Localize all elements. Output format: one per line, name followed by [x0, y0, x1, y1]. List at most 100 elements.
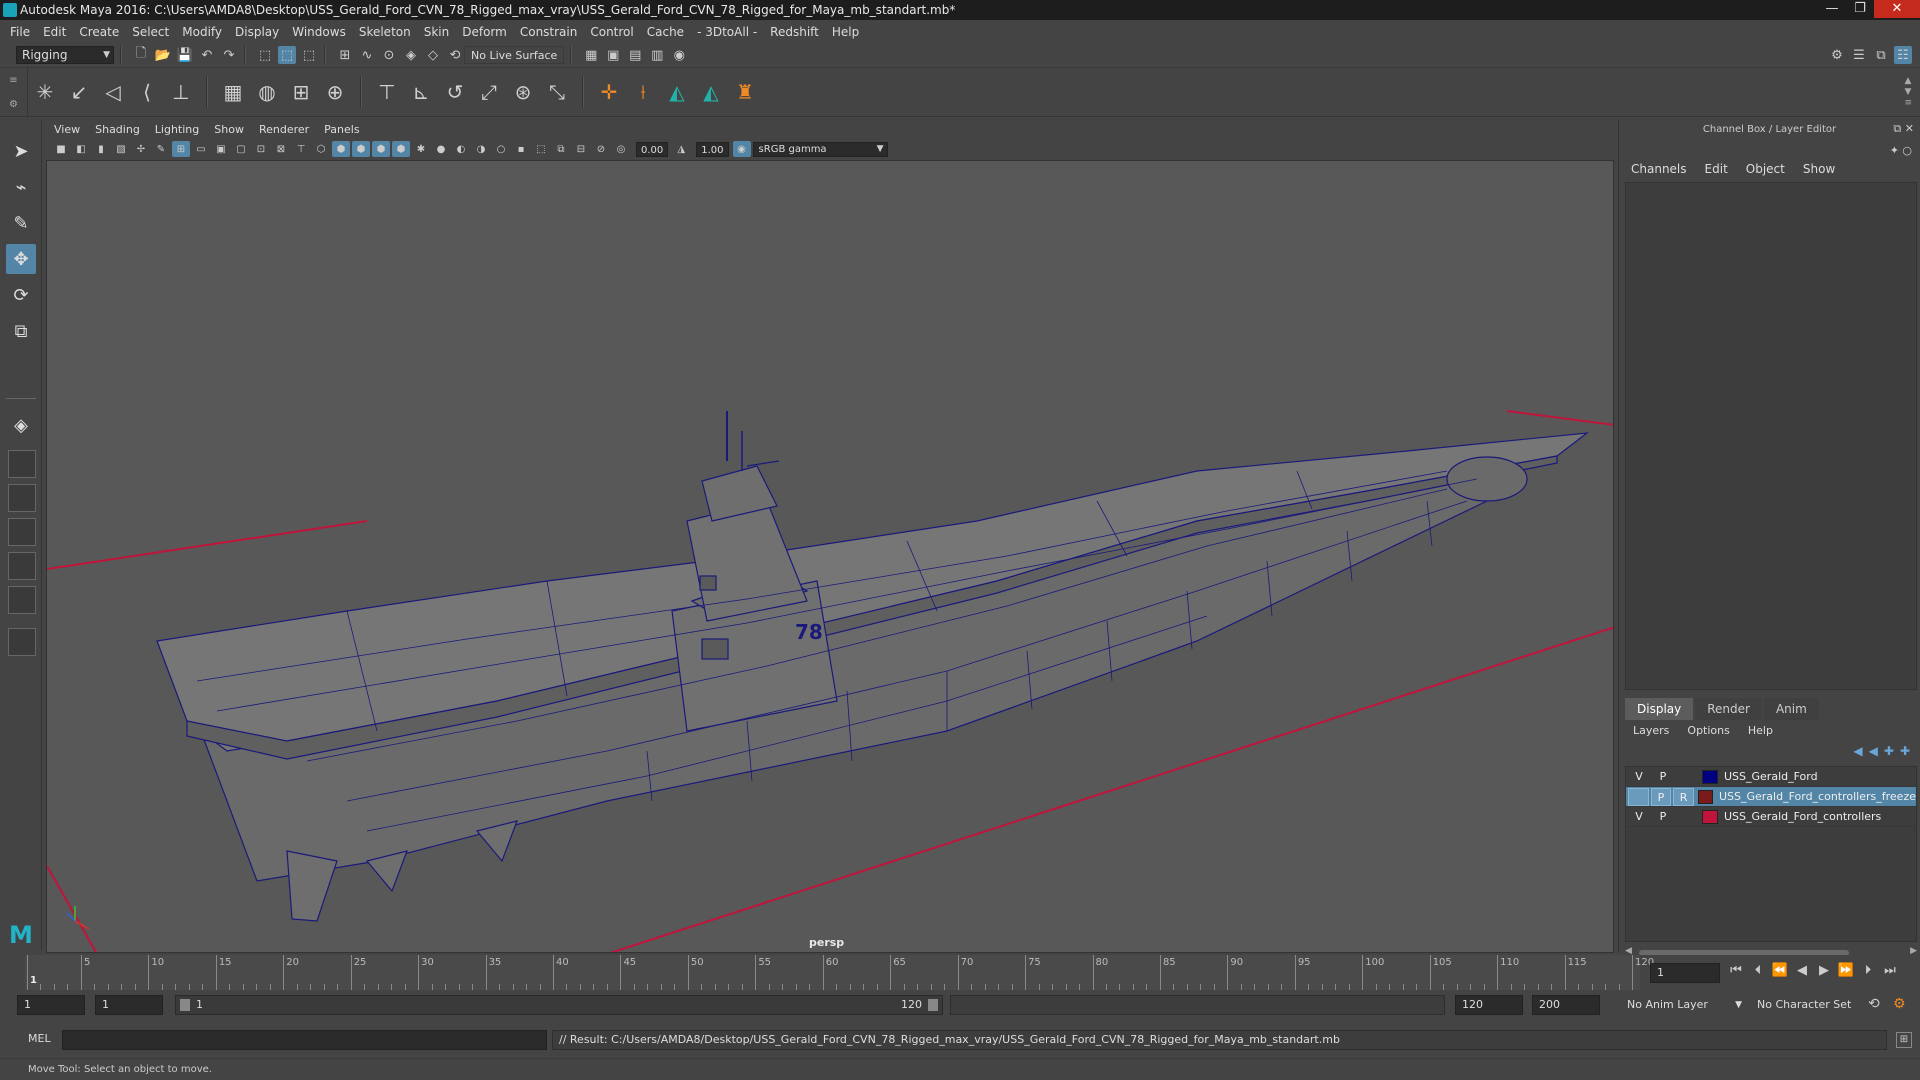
current-frame-field[interactable]: 1 [1650, 963, 1720, 983]
ipr-render-icon[interactable]: ▤ [626, 46, 644, 64]
anim-layer-dropdown[interactable]: No Anim Layer ▼ [1627, 995, 1742, 1015]
scale-tool-icon[interactable]: ⧉ [6, 316, 36, 346]
color-space-dropdown[interactable]: sRGB gamma ▼ [752, 141, 888, 157]
use-all-lights-icon[interactable]: ⬢ [392, 141, 410, 157]
paint-weights-icon[interactable]: ◍ [252, 77, 282, 107]
multisample-aa-icon[interactable]: ◑ [472, 141, 490, 157]
command-input[interactable] [62, 1030, 547, 1050]
scale-constraint-icon[interactable]: ⤢ [474, 77, 504, 107]
field-chart-icon[interactable]: ⊡ [252, 141, 270, 157]
character-set-dropdown[interactable]: No Character Set [1757, 995, 1867, 1015]
render-view-icon[interactable]: ▦ [582, 46, 600, 64]
image-plane-icon[interactable]: ▧ [112, 141, 130, 157]
move-layer-down-icon[interactable]: ◀ [1869, 744, 1878, 758]
modeling-toolkit-icon[interactable]: ⚙ [1828, 46, 1846, 64]
tab-display[interactable]: Display [1625, 698, 1694, 720]
channel-box-menu-show[interactable]: Show [1803, 162, 1835, 176]
gate-mask-icon[interactable]: ▢ [232, 141, 250, 157]
channel-box-menu-channels[interactable]: Channels [1631, 162, 1687, 176]
menuset-dropdown[interactable]: Rigging ▼ [16, 46, 114, 64]
playback-start-field[interactable]: 1 [95, 995, 163, 1015]
menu-constrain[interactable]: Constrain [520, 25, 578, 39]
menu-create[interactable]: Create [79, 25, 119, 39]
play-backwards-icon[interactable]: ◀ [1791, 963, 1813, 978]
grease-pencil-icon[interactable]: ✎ [152, 141, 170, 157]
maya-script-2-icon[interactable]: ◭ [696, 77, 726, 107]
tab-anim[interactable]: Anim [1763, 698, 1819, 720]
motion-blur-icon[interactable]: ◐ [452, 141, 470, 157]
undo-icon[interactable]: ↶ [198, 46, 216, 64]
step-back-frame-icon[interactable]: ⏴ [1747, 963, 1769, 978]
tool-settings-icon[interactable]: ⧉ [1872, 46, 1890, 64]
backface-culling-icon[interactable]: ⊘ [592, 141, 610, 157]
script-editor-icon[interactable]: ⊞ [1896, 1032, 1912, 1048]
persp-outliner-layout-icon[interactable] [8, 518, 36, 546]
screen-space-ao-icon[interactable]: ● [432, 141, 450, 157]
layer-row[interactable]: V P USS_Gerald_Ford_controllers [1626, 807, 1916, 827]
viewport-menu-panels[interactable]: Panels [324, 123, 359, 136]
step-back-key-icon[interactable]: ⏪ [1769, 963, 1791, 978]
move-tool-icon[interactable]: ✥ [6, 244, 36, 274]
viewport-persp[interactable]: 78 persp [46, 160, 1614, 953]
mirror-joint-icon[interactable]: ⊥ [166, 77, 196, 107]
grid-icon[interactable]: ⊞ [172, 141, 190, 157]
layer-menu-layers[interactable]: Layers [1633, 724, 1669, 737]
menu-windows[interactable]: Windows [292, 25, 346, 39]
menu-skeleton[interactable]: Skeleton [359, 25, 411, 39]
layer-playback-toggle[interactable]: P [1650, 787, 1672, 806]
channel-box-options[interactable]: ✦ ○ [1890, 144, 1912, 157]
snap-point-icon[interactable]: ⊙ [380, 46, 398, 64]
snap-grid-icon[interactable]: ⊞ [336, 46, 354, 64]
menu-edit[interactable]: Edit [43, 25, 66, 39]
minimize-button[interactable]: — [1818, 0, 1846, 18]
orient-constraint-icon[interactable]: ↺ [440, 77, 470, 107]
resolution-gate-icon[interactable]: ▣ [212, 141, 230, 157]
viewport-menu-show[interactable]: Show [214, 123, 244, 136]
menu-skin[interactable]: Skin [424, 25, 450, 39]
wireframe-icon[interactable]: ⬡ [312, 141, 330, 157]
exposure-icon[interactable]: ◎ [612, 141, 630, 157]
viewport-menu-shading[interactable]: Shading [95, 123, 140, 136]
menu-select[interactable]: Select [132, 25, 169, 39]
snap-surface-icon[interactable]: ◇ [424, 46, 442, 64]
smooth-shade-icon[interactable]: ⬢ [332, 141, 350, 157]
layer-display-type-toggle[interactable] [1676, 808, 1698, 826]
menu-help[interactable]: Help [832, 25, 859, 39]
wireframe-on-shaded-icon[interactable]: ⬢ [352, 141, 370, 157]
menu-display[interactable]: Display [235, 25, 279, 39]
xray-icon[interactable]: ⬚ [532, 141, 550, 157]
channel-box-menu-edit[interactable]: Edit [1705, 162, 1728, 176]
exposure-field[interactable]: 0.00 [636, 141, 669, 157]
persp-graph-layout-icon[interactable] [8, 552, 36, 580]
save-scene-icon[interactable]: 💾 [176, 46, 194, 64]
end-time-field[interactable]: 200 [1532, 995, 1600, 1015]
live-surface-field[interactable]: No Live Surface [464, 46, 565, 64]
shelf-settings-icon[interactable]: ⚙ [9, 99, 18, 110]
layer-display-type-toggle[interactable]: R [1673, 787, 1694, 806]
channel-box-menu-object[interactable]: Object [1746, 162, 1785, 176]
cluster-icon[interactable]: ⊕ [320, 77, 350, 107]
attribute-editor-icon[interactable]: ☰ [1850, 46, 1868, 64]
layer-display-type-toggle[interactable] [1676, 768, 1698, 786]
start-time-field[interactable]: 1 [17, 995, 85, 1015]
camera-attributes-icon[interactable]: ◧ [72, 141, 90, 157]
lattice-icon[interactable]: ⊞ [286, 77, 316, 107]
step-forward-key-icon[interactable]: ⏩ [1835, 963, 1857, 978]
point-constraint-icon[interactable]: ⊾ [406, 77, 436, 107]
go-to-end-icon[interactable]: ⏭ [1879, 963, 1901, 978]
snap-curve-icon[interactable]: ∿ [358, 46, 376, 64]
hik-icon[interactable]: ♜ [730, 77, 760, 107]
snap-view-plane-icon[interactable]: ◈ [402, 46, 420, 64]
gamma-field[interactable]: 1.00 [696, 141, 729, 157]
layer-playback-toggle[interactable]: P [1652, 768, 1674, 786]
layer-menu-options[interactable]: Options [1687, 724, 1729, 737]
isolate-select-icon[interactable]: ▪ [512, 141, 530, 157]
move-layer-up-icon[interactable]: ◀ [1853, 744, 1862, 758]
color-management-icon[interactable]: ◉ [732, 141, 751, 157]
layer-color-swatch[interactable] [1702, 809, 1718, 824]
playback-end-field[interactable]: 120 [1455, 995, 1523, 1015]
shelf-menu-handle[interactable]: ≡ ⚙ [0, 68, 28, 116]
go-to-start-icon[interactable]: ⏮ [1725, 963, 1747, 978]
menu-control[interactable]: Control [590, 25, 633, 39]
play-forwards-icon[interactable]: ▶ [1813, 963, 1835, 978]
